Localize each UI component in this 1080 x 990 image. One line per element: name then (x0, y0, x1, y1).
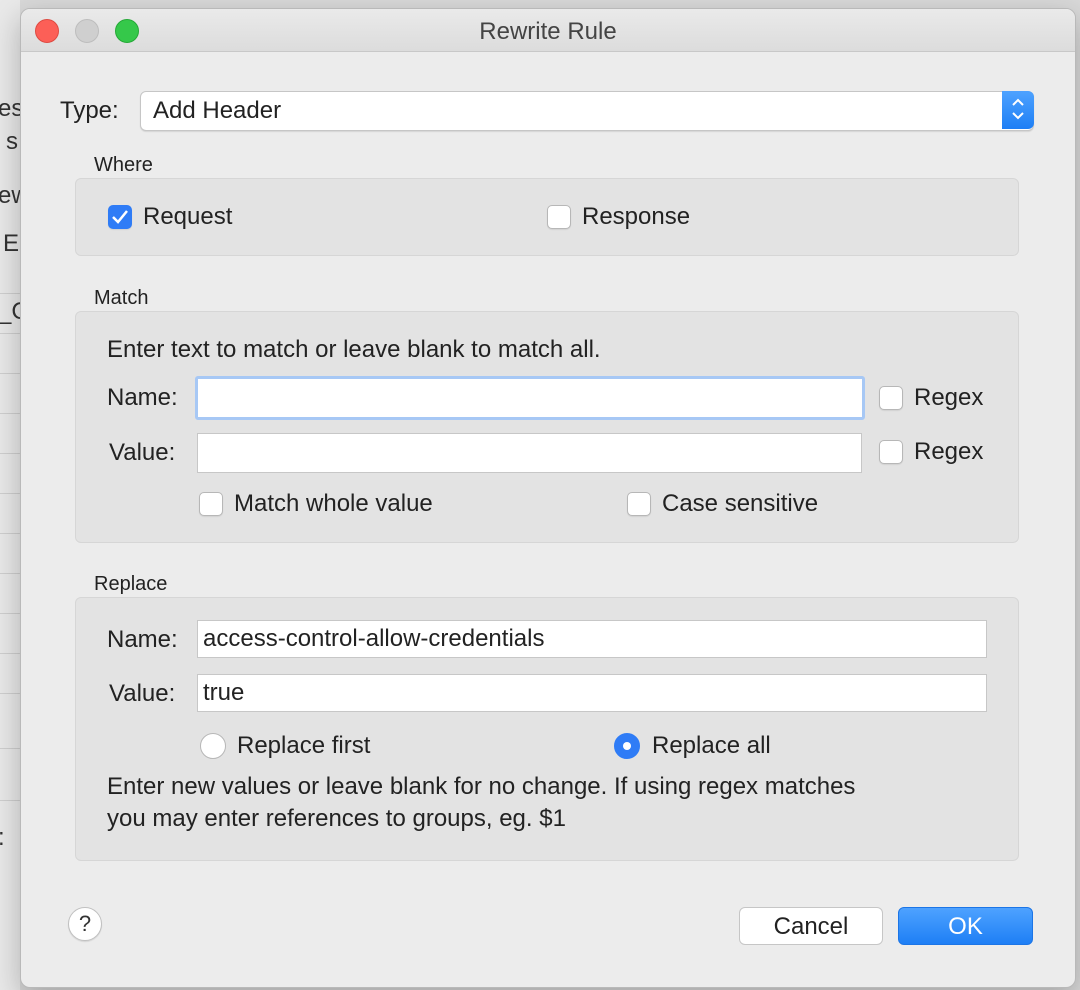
replace-first-radio[interactable] (200, 733, 226, 759)
request-label: Request (143, 203, 233, 230)
replace-value-label: Value: (109, 680, 176, 707)
match-name-regex-checkbox[interactable] (879, 386, 903, 410)
response-label: Response (582, 203, 691, 230)
help-button[interactable]: ? (68, 907, 102, 941)
divider (0, 293, 20, 294)
type-label: Type: (60, 97, 119, 124)
match-value-regex-checkbox[interactable] (879, 440, 903, 464)
match-whole-value-checkbox[interactable] (199, 492, 223, 516)
replace-hint-line-1: Enter new values or leave blank for no c… (107, 773, 856, 800)
background-text: E (3, 230, 20, 257)
cancel-button[interactable]: Cancel (739, 907, 883, 945)
divider (0, 613, 20, 614)
replace-value-input[interactable] (197, 674, 987, 712)
divider (0, 533, 20, 534)
where-group: Request Response (75, 178, 1019, 256)
window-title: Rewrite Rule (479, 18, 617, 45)
divider (0, 693, 20, 694)
replace-group: Name: Value: Replace first Replace all E… (75, 597, 1019, 861)
type-select-value: Add Header (153, 97, 282, 124)
where-section-title: Where (94, 154, 153, 176)
divider (0, 413, 20, 414)
divider (0, 453, 20, 454)
divider (0, 573, 20, 574)
match-value-input[interactable] (197, 433, 862, 473)
divider (0, 800, 20, 801)
divider (0, 748, 20, 749)
divider (0, 373, 20, 374)
rewrite-rule-dialog: Rewrite Rule Type: Add Header Where Requ… (20, 8, 1076, 988)
background-app: es s t ew E _C : (0, 0, 20, 990)
background-text: es (0, 95, 20, 122)
match-group: Enter text to match or leave blank to ma… (75, 311, 1019, 543)
match-value-label: Value: (109, 439, 176, 466)
replace-section-title: Replace (94, 573, 168, 595)
replace-name-label: Name: (107, 626, 178, 653)
replace-first-label: Replace first (237, 732, 371, 759)
match-hint: Enter text to match or leave blank to ma… (107, 336, 601, 363)
match-name-regex-label: Regex (914, 384, 984, 411)
type-select[interactable]: Add Header (140, 91, 1034, 131)
replace-all-label: Replace all (652, 732, 771, 759)
replace-all-radio[interactable] (614, 733, 640, 759)
case-sensitive-label: Case sensitive (662, 490, 819, 517)
background-text: s t (6, 128, 20, 155)
title-bar: Rewrite Rule (21, 9, 1075, 52)
background-text: ew (0, 182, 20, 209)
replace-name-input[interactable] (197, 620, 987, 658)
background-text: : (0, 824, 5, 852)
ok-button[interactable]: OK (898, 907, 1033, 945)
background-text: _C (0, 298, 20, 326)
match-whole-value-label: Match whole value (234, 490, 433, 517)
up-down-chevron-icon (1002, 91, 1034, 129)
divider (0, 653, 20, 654)
divider (0, 493, 20, 494)
divider (0, 333, 20, 334)
replace-hint-line-2: you may enter references to groups, eg. … (107, 805, 566, 832)
checkmark-icon (112, 210, 128, 224)
match-value-regex-label: Regex (914, 438, 984, 465)
match-name-label: Name: (107, 384, 178, 411)
response-checkbox[interactable] (547, 205, 571, 229)
case-sensitive-checkbox[interactable] (627, 492, 651, 516)
match-section-title: Match (94, 287, 149, 309)
request-checkbox[interactable] (108, 205, 132, 229)
match-name-input[interactable] (195, 376, 865, 420)
